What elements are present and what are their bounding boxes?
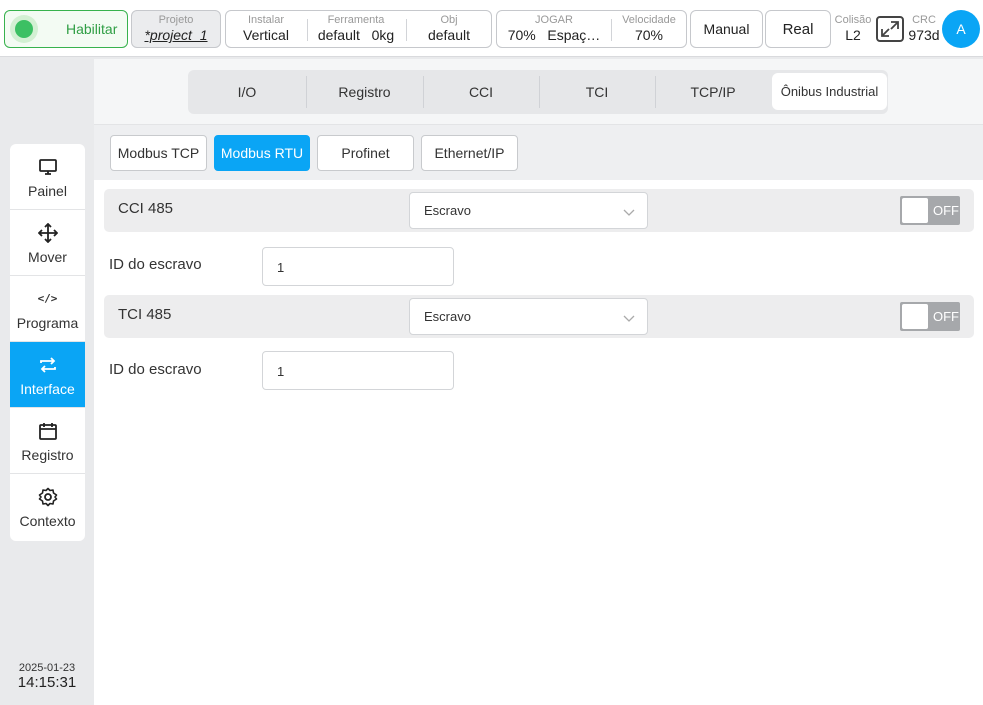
tci485-slave-id-label: ID do escravo [109, 361, 202, 378]
sidebar-item-interface[interactable]: Interface [10, 342, 85, 408]
crc-value: 973d [908, 27, 940, 43]
tci485-title: TCI 485 [118, 306, 172, 323]
collision-value: L2 [845, 27, 861, 43]
modbus-rtu-button[interactable]: Modbus RTU [214, 135, 310, 171]
cci485-title: CCI 485 [118, 200, 174, 217]
project-caption: Projeto [158, 14, 194, 26]
collision-indicator[interactable]: Colisão L2 [833, 11, 873, 47]
sidebar-item-label: Registro [21, 446, 74, 463]
cci485-slave-id-input[interactable]: 1 [262, 247, 454, 286]
calendar-icon [38, 419, 58, 443]
toggle-state: OFF [933, 203, 959, 218]
tab-cci[interactable]: CCI [423, 70, 539, 114]
tab-registro[interactable]: Registro [306, 70, 423, 114]
tool-cell[interactable]: Ferramenta default 0kg [308, 11, 404, 47]
move-icon [37, 221, 58, 245]
sidebar-item-programa[interactable]: </> Programa [10, 276, 85, 342]
chevron-down-icon [623, 310, 635, 328]
toggle-knob [902, 198, 928, 223]
monitor-icon [38, 155, 58, 179]
clock-date: 2025-01-23 [18, 662, 76, 674]
jog-value: 70% Espaç… [507, 27, 601, 43]
obj-caption: Obj [440, 14, 458, 26]
tab-group: I/O Registro CCI TCI TCP/IP Ônibus Indus… [188, 70, 888, 114]
tci485-slave-id-value: 1 [277, 364, 285, 379]
real-mode-button[interactable]: Real [765, 10, 831, 48]
sidebar-item-label: Mover [28, 248, 67, 265]
tab-bar: I/O Registro CCI TCI TCP/IP Ônibus Indus… [94, 59, 983, 125]
sidebar-item-label: Interface [20, 380, 75, 397]
tab-tcp-ip[interactable]: TCP/IP [655, 70, 771, 114]
swap-icon [38, 353, 58, 377]
tci485-toggle[interactable]: OFF [900, 302, 960, 331]
project-name: *project_1 [144, 27, 208, 43]
project-selector[interactable]: Projeto *project_1 [131, 10, 221, 48]
tool-caption: Ferramenta [327, 14, 385, 26]
tab-onibus-industrial[interactable]: Ônibus Industrial [772, 73, 887, 110]
speed-cell[interactable]: Velocidade 70% [612, 11, 686, 47]
top-bar: Habilitar Projeto *project_1 Instalar Ve… [0, 0, 983, 57]
sidebar-item-contexto[interactable]: Contexto [10, 474, 85, 540]
expand-icon[interactable] [876, 16, 904, 42]
main-panel: I/O Registro CCI TCI TCP/IP Ônibus Indus… [94, 59, 983, 705]
sidebar-nav: Painel Mover </> Programa Interface Regi… [10, 144, 85, 541]
cci485-section: CCI 485 Escravo OFF [104, 189, 974, 232]
tci485-mode-value: Escravo [424, 309, 471, 324]
tool-value: default 0kg [317, 27, 395, 43]
obj-value: default [427, 27, 471, 43]
ethernet-ip-button[interactable]: Ethernet/IP [421, 135, 518, 171]
sidebar-item-painel[interactable]: Painel [10, 144, 85, 210]
cci485-toggle[interactable]: OFF [900, 196, 960, 225]
cci485-mode-select[interactable]: Escravo [409, 192, 648, 229]
clock-time: 14:15:31 [17, 674, 77, 691]
jog-caption: JOGAR [535, 14, 573, 26]
speed-value: 70% [634, 27, 664, 43]
gear-icon [38, 485, 58, 509]
jog-cell[interactable]: JOGAR 70% Espaç… [497, 11, 611, 47]
install-value: Vertical [243, 27, 289, 43]
code-icon: </> [37, 292, 58, 305]
install-tool-obj-panel[interactable]: Instalar Vertical Ferramenta default 0kg… [225, 10, 492, 48]
tab-io[interactable]: I/O [188, 70, 306, 114]
protocol-bar: Modbus TCP Modbus RTU Profinet Ethernet/… [94, 125, 983, 180]
sidebar-item-registro[interactable]: Registro [10, 408, 85, 474]
sidebar-item-label: Contexto [19, 513, 76, 529]
sidebar-item-mover[interactable]: Mover [10, 210, 85, 276]
sidebar-item-label: Programa [16, 314, 79, 331]
system-clock: 2025-01-23 14:15:31 [6, 662, 88, 691]
speed-caption: Velocidade [622, 14, 676, 26]
tci485-section: TCI 485 Escravo OFF [104, 295, 974, 338]
manual-mode-button[interactable]: Manual [690, 10, 763, 48]
tci485-slave-id-input[interactable]: 1 [262, 351, 454, 390]
install-caption: Instalar [247, 14, 285, 26]
collision-caption: Colisão [834, 14, 872, 26]
enable-button[interactable]: Habilitar [4, 10, 128, 48]
avatar[interactable]: A [942, 10, 980, 48]
tab-tci[interactable]: TCI [539, 70, 655, 114]
crc-indicator: CRC 973d [905, 11, 943, 47]
enable-status-icon [10, 15, 38, 43]
cci485-slave-id-value: 1 [277, 260, 285, 275]
obj-cell[interactable]: Obj default [407, 11, 491, 47]
cci485-mode-value: Escravo [424, 203, 471, 218]
chevron-down-icon [623, 204, 635, 222]
sidebar-item-label: Painel [28, 182, 67, 199]
tci485-mode-select[interactable]: Escravo [409, 298, 648, 335]
install-cell[interactable]: Instalar Vertical [226, 11, 306, 47]
jog-speed-panel[interactable]: JOGAR 70% Espaç… Velocidade 70% [496, 10, 687, 48]
profinet-button[interactable]: Profinet [317, 135, 414, 171]
modbus-tcp-button[interactable]: Modbus TCP [110, 135, 207, 171]
cci485-slave-id-label: ID do escravo [109, 256, 202, 273]
toggle-state: OFF [933, 309, 959, 324]
toggle-knob [902, 304, 928, 329]
enable-label: Habilitar [66, 21, 118, 37]
crc-caption: CRC [912, 14, 936, 26]
